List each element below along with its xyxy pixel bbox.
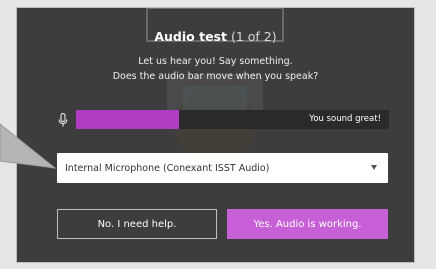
title-text: Audio test — [154, 29, 227, 44]
microphone-select-value: Internal Microphone (Conexant ISST Audio… — [65, 162, 270, 174]
audio-level-fill — [76, 110, 180, 129]
need-help-button[interactable]: No. I need help. — [57, 209, 217, 239]
audio-test-dialog: Audio test (1 of 2) Let us hear you! Say … — [17, 8, 414, 262]
instruction-line-2: Does the audio bar move when you speak? — [112, 71, 319, 82]
microphone-select[interactable]: Internal Microphone (Conexant ISST Audio… — [57, 153, 388, 183]
audio-working-button[interactable]: Yes. Audio is working. — [227, 209, 388, 239]
audio-level-meter: You sound great! — [76, 110, 389, 129]
dialog-title: Audio test (1 of 2) — [17, 29, 414, 44]
microphone-icon — [58, 113, 68, 127]
chevron-down-icon — [371, 165, 377, 170]
audio-status-text: You sound great! — [309, 114, 381, 124]
instruction-line-1: Let us hear you! Say something. — [138, 56, 293, 67]
step-indicator: (1 of 2) — [230, 29, 277, 44]
